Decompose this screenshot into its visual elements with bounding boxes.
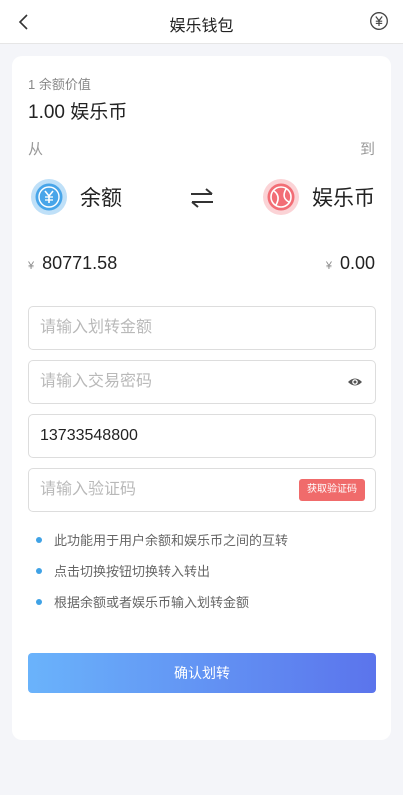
currency-symbol: ¥ — [28, 260, 35, 272]
bullet-dot — [36, 567, 42, 574]
amount-input[interactable] — [40, 307, 300, 349]
code-input[interactable] — [40, 469, 280, 511]
page-title: 娱乐钱包 — [169, 18, 234, 35]
to-label: 到 — [359, 141, 375, 158]
tips-list: 此功能用于用户余额和娱乐币之间的互转 点击切换按钮切换转入转出 根据余额或者娱乐… — [36, 524, 288, 617]
source-balance-amount: 80771.58 — [42, 253, 118, 273]
currency-symbol: ¥ — [325, 260, 332, 272]
tip-text: 此功能用于用户余额和娱乐币之间的互转 — [54, 533, 289, 548]
yen-coin-icon — [31, 179, 67, 215]
tip-text: 点击切换按钮切换转入转出 — [54, 564, 211, 579]
phone-field[interactable] — [28, 414, 376, 458]
swap-arrows-icon[interactable] — [188, 184, 216, 212]
confirm-transfer-button[interactable]: 确认划转 — [28, 653, 376, 693]
source-account: 余额 — [30, 178, 122, 216]
target-account: 娱乐币 — [262, 178, 375, 216]
transfer-card: 1 余额价值 1.00 娱乐币 从 到 余额 娱乐币 ¥ 80771.58 ¥ … — [12, 56, 391, 740]
from-label: 从 — [28, 141, 44, 158]
target-balance: ¥ 0.00 — [326, 253, 375, 274]
phone-input[interactable] — [40, 415, 300, 457]
tip-text: 根据余额或者娱乐币输入划转金额 — [54, 595, 250, 610]
password-field[interactable] — [28, 360, 376, 404]
eye-icon[interactable] — [347, 375, 363, 389]
bullet-dot — [36, 536, 42, 543]
password-input[interactable] — [40, 361, 300, 403]
ball-icon — [263, 179, 299, 215]
source-balance: ¥ 80771.58 — [28, 253, 117, 274]
target-balance-amount: 0.00 — [339, 253, 375, 273]
list-item: 点击切换按钮切换转入转出 — [36, 555, 288, 586]
list-item: 此功能用于用户余额和娱乐币之间的互转 — [36, 524, 288, 555]
rate-value: 1.00 娱乐币 — [28, 102, 128, 123]
yen-circle-icon[interactable] — [369, 11, 389, 31]
source-name: 余额 — [80, 187, 122, 210]
target-name: 娱乐币 — [312, 187, 375, 210]
rate-label: 1 余额价值 — [28, 77, 91, 92]
header-bar: 娱乐钱包 — [0, 0, 403, 44]
list-item: 根据余额或者娱乐币输入划转金额 — [36, 586, 288, 617]
get-code-button[interactable]: 获取验证码 — [299, 479, 365, 501]
amount-field[interactable] — [28, 306, 376, 350]
code-field[interactable]: 获取验证码 — [28, 468, 376, 512]
bullet-dot — [36, 598, 42, 605]
